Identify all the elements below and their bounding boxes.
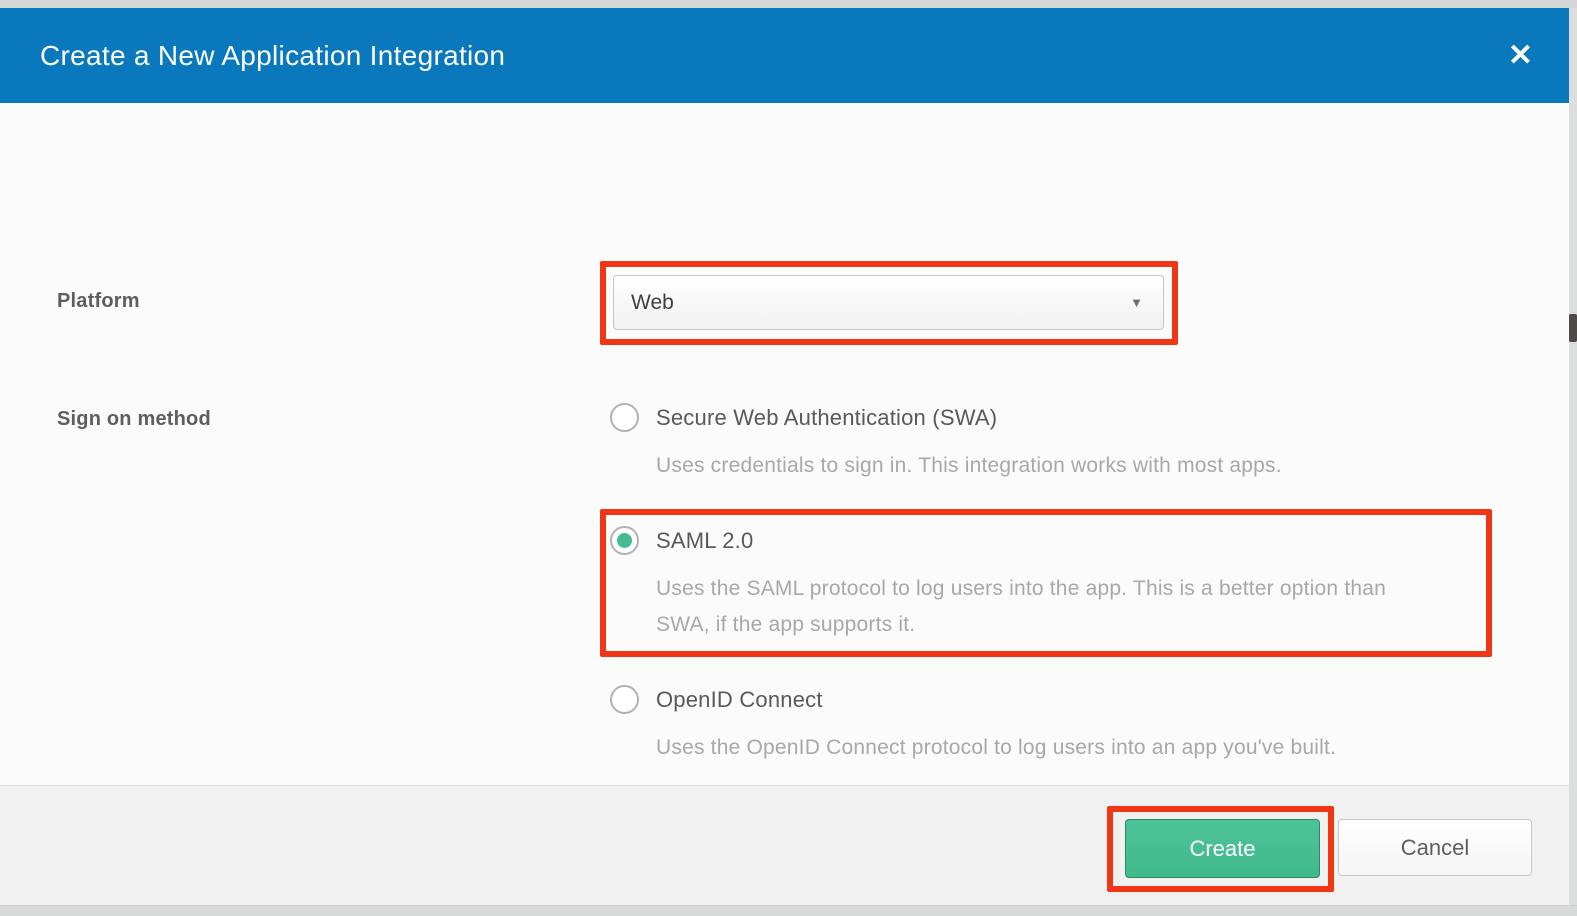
modal-footer: Create Cancel bbox=[0, 785, 1577, 905]
cancel-button[interactable]: Cancel bbox=[1338, 819, 1532, 876]
option-openid-description: Uses the OpenID Connect protocol to log … bbox=[656, 730, 1336, 766]
option-openid-radio-row[interactable]: OpenID Connect bbox=[600, 685, 1336, 714]
close-icon[interactable]: ✕ bbox=[1508, 41, 1533, 71]
modal-body: Platform Web ▼ Sign on method Secure Web… bbox=[0, 103, 1577, 785]
option-saml-radio-row[interactable]: SAML 2.0 bbox=[600, 526, 1431, 555]
radio-button-openid[interactable] bbox=[610, 685, 639, 714]
window-top-strip bbox=[0, 0, 1577, 8]
option-swa-label[interactable]: Secure Web Authentication (SWA) bbox=[656, 405, 997, 431]
option-saml-description: Uses the SAML protocol to log users into… bbox=[656, 571, 1431, 643]
option-swa: Secure Web Authentication (SWA) Uses cre… bbox=[600, 403, 1282, 484]
radio-button-swa[interactable] bbox=[610, 403, 639, 432]
scrollbar-track[interactable] bbox=[1569, 8, 1577, 905]
sign-on-method-label: Sign on method bbox=[57, 408, 211, 431]
option-saml-label[interactable]: SAML 2.0 bbox=[656, 528, 753, 554]
platform-select-value: Web bbox=[614, 291, 1130, 315]
window-bottom-strip bbox=[0, 905, 1577, 916]
option-swa-description: Uses credentials to sign in. This integr… bbox=[656, 448, 1282, 484]
option-saml: SAML 2.0 Uses the SAML protocol to log u… bbox=[600, 526, 1431, 643]
footer-buttons: Create Cancel bbox=[785, 786, 1577, 906]
chevron-down-icon: ▼ bbox=[1130, 295, 1163, 310]
scrollbar-thumb[interactable] bbox=[1569, 314, 1577, 342]
radio-button-saml[interactable] bbox=[610, 526, 639, 555]
option-openid: OpenID Connect Uses the OpenID Connect p… bbox=[600, 685, 1336, 766]
modal-title: Create a New Application Integration bbox=[0, 40, 505, 72]
modal-header: Create a New Application Integration ✕ bbox=[0, 8, 1577, 103]
option-swa-radio-row[interactable]: Secure Web Authentication (SWA) bbox=[600, 403, 1282, 432]
modal-create-app-integration: Create a New Application Integration ✕ P… bbox=[0, 0, 1577, 916]
platform-label: Platform bbox=[57, 290, 140, 313]
platform-select[interactable]: Web ▼ bbox=[613, 275, 1164, 330]
option-openid-label[interactable]: OpenID Connect bbox=[656, 687, 823, 713]
create-button[interactable]: Create bbox=[1125, 819, 1320, 878]
